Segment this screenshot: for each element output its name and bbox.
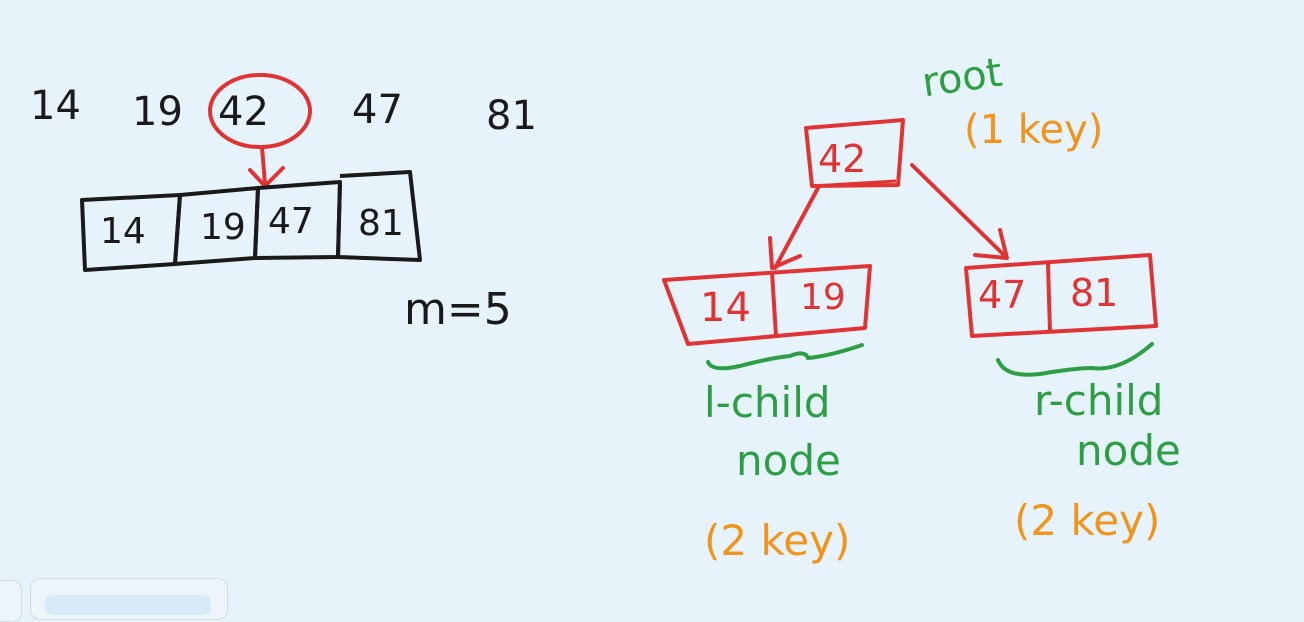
sequence-key-1: 14 bbox=[30, 83, 81, 129]
bottom-tab[interactable] bbox=[30, 578, 228, 620]
insert-arrow bbox=[260, 145, 267, 186]
root-key: 42 bbox=[818, 137, 867, 181]
left-child-key-2: 19 bbox=[800, 277, 846, 318]
sequence-key-4: 47 bbox=[352, 87, 403, 133]
sequence-key-3: 42 bbox=[218, 89, 269, 135]
right-child-key-2: 81 bbox=[1070, 271, 1119, 315]
right-child-key-count: (2 key) bbox=[1014, 496, 1161, 545]
left-child-key-count: (2 key) bbox=[704, 516, 851, 565]
order-label: m=5 bbox=[404, 284, 512, 335]
left-child-label-line1: l-child bbox=[704, 378, 831, 427]
left-child-label-line2: node bbox=[736, 436, 841, 485]
arrow-to-right-child bbox=[910, 163, 1007, 258]
root-key-count: (1 key) bbox=[964, 107, 1104, 153]
bottom-tab-inner bbox=[45, 595, 211, 615]
array-cell-4: 81 bbox=[358, 203, 404, 244]
array-cell-2: 19 bbox=[200, 207, 246, 248]
right-child-label-line2: node bbox=[1076, 426, 1181, 475]
right-child-key-1: 47 bbox=[978, 273, 1027, 317]
right-child-label-line1: r-child bbox=[1034, 376, 1164, 425]
bottom-tab-left[interactable] bbox=[0, 580, 22, 622]
sequence-key-2: 19 bbox=[132, 89, 183, 135]
root-label: root bbox=[919, 49, 1006, 107]
array-cell-3: 47 bbox=[268, 201, 314, 242]
insert-arrow-head bbox=[248, 166, 285, 188]
array-cell-1: 14 bbox=[100, 211, 146, 252]
sequence-key-5: 81 bbox=[486, 93, 537, 139]
left-child-key-1: 14 bbox=[700, 285, 751, 331]
right-brace bbox=[996, 342, 1154, 377]
left-brace bbox=[706, 343, 864, 371]
